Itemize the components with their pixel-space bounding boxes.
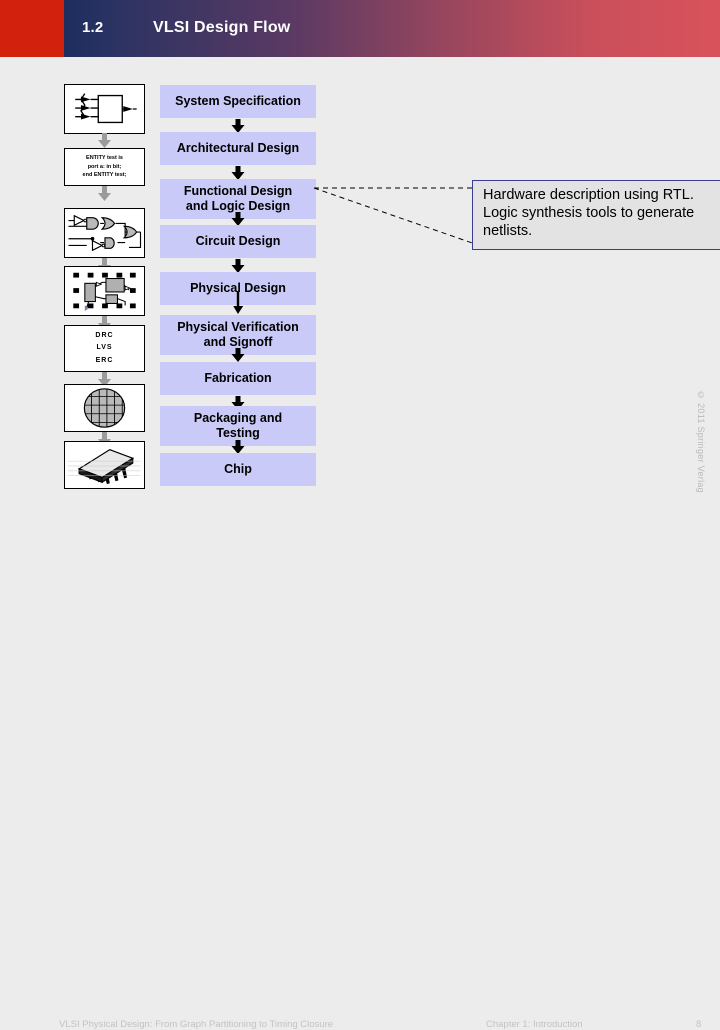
callout-note-box: Hardware description using RTL. Logic sy… xyxy=(472,180,720,250)
verification-line-1: DRC xyxy=(95,332,114,340)
flow-step-label: Fabrication xyxy=(204,371,272,386)
slide-footer: VLSI Physical Design: From Graph Partiti… xyxy=(0,505,720,1030)
flow-step-circuit-design[interactable]: Circuit Design xyxy=(160,225,316,258)
flow-step-label-line-1: Functional Design xyxy=(183,184,293,199)
callout-connector-lines xyxy=(313,187,479,246)
flow-step-label: Chip xyxy=(224,462,252,477)
verification-line-2: LVS xyxy=(96,344,113,352)
page-title: VLSI Design Flow xyxy=(153,19,291,36)
flow-step-label: System Specification xyxy=(175,94,301,109)
header-section-number: 1.2 xyxy=(82,19,104,36)
chip-package-icon xyxy=(64,441,145,489)
header-red-accent-block xyxy=(0,0,64,57)
logic-gate-schematic-icon xyxy=(64,208,145,258)
hdl-code-line-2: port a: in bit; xyxy=(87,163,122,170)
flow-step-fabrication[interactable]: Fabrication xyxy=(160,362,316,395)
copyright-notice: © 2011 Springer Verlag xyxy=(696,390,706,493)
flow-down-arrow-long-icon xyxy=(230,291,246,315)
hdl-code-icon: ENTITY test is port a: in bit; end ENTIT… xyxy=(64,148,145,186)
flow-step-label-line-1: Packaging and xyxy=(193,411,283,426)
verification-line-3: ERC xyxy=(95,356,114,364)
flow-step-architectural-design[interactable]: Architectural Design xyxy=(160,132,316,165)
floorplan-layout-icon xyxy=(64,266,145,316)
block-diagram-icon xyxy=(64,84,145,134)
flow-step-label-line-1: Physical Verification xyxy=(177,320,299,335)
hdl-code-line-1: ENTITY test is xyxy=(86,155,123,162)
flow-down-arrow-icon xyxy=(230,348,246,363)
flow-step-label: Architectural Design xyxy=(176,141,300,156)
hdl-code-line-3: end ENTITY test; xyxy=(82,172,127,179)
slide-header: 1.2 VLSI Design Flow xyxy=(0,0,720,57)
flow-step-label: Circuit Design xyxy=(195,234,281,249)
footer-page-number: 8 xyxy=(696,1019,702,1030)
flow-step-system-specification[interactable]: System Specification xyxy=(160,85,316,118)
footer-book-title: VLSI Physical Design: From Graph Partiti… xyxy=(59,1019,334,1030)
wafer-icon xyxy=(64,384,145,432)
down-arrow-icon xyxy=(96,186,113,202)
footer-chapter-label: Chapter 1: Introduction xyxy=(486,1019,583,1030)
down-arrow-icon xyxy=(96,133,113,149)
drc-lvs-erc-icon: DRC LVS ERC xyxy=(64,325,145,372)
callout-text: Hardware description using RTL. Logic sy… xyxy=(483,187,695,240)
flow-step-chip[interactable]: Chip xyxy=(160,453,316,486)
flow-step-label-line-2: Testing xyxy=(216,426,260,440)
